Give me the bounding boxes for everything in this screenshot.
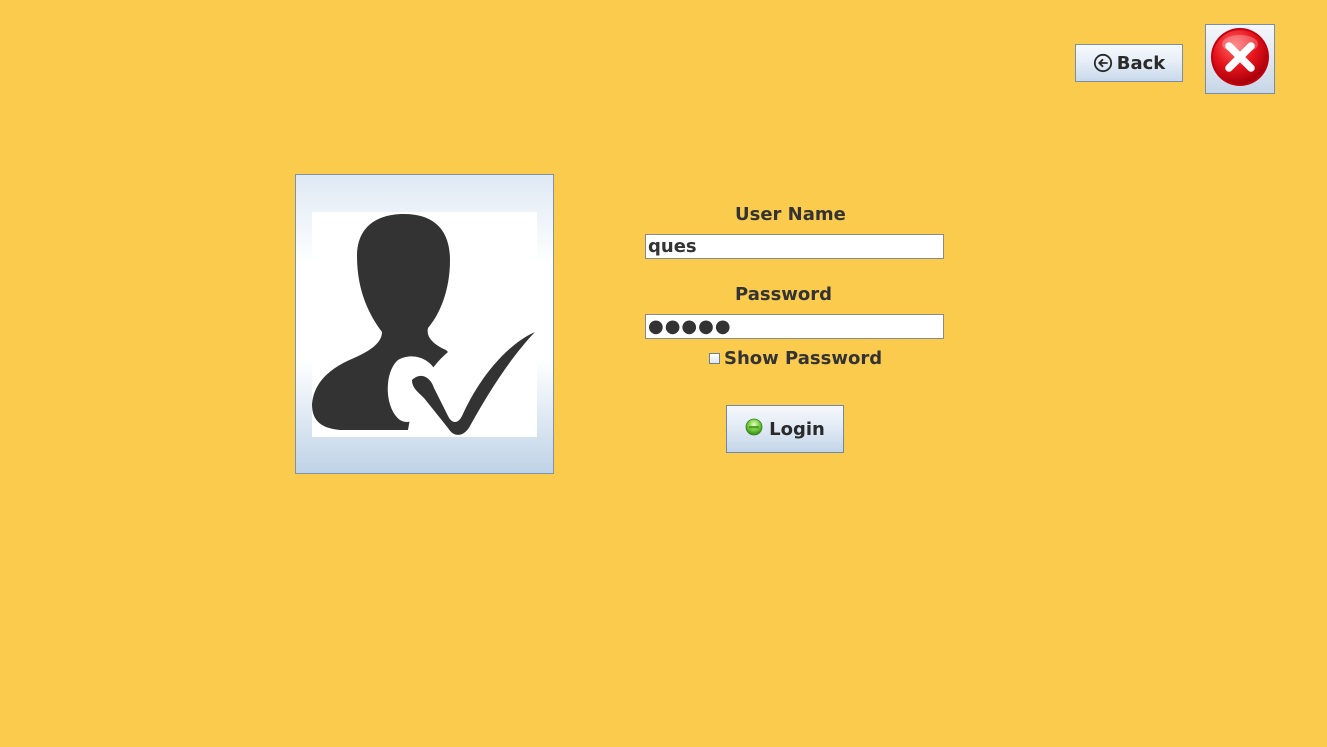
password-label: Password — [735, 284, 833, 305]
show-password-toggle[interactable]: Show Password — [709, 348, 882, 369]
login-button-label: Login — [769, 418, 825, 440]
avatar-panel — [295, 174, 554, 474]
user-check-icon — [312, 212, 537, 437]
show-password-label: Show Password — [724, 348, 883, 369]
back-button-label: Back — [1116, 52, 1166, 74]
username-input[interactable] — [645, 234, 944, 259]
password-input[interactable] — [645, 314, 944, 339]
arrow-left-circle-icon — [1093, 53, 1113, 73]
login-button[interactable]: Login — [726, 405, 844, 453]
show-password-checkbox[interactable] — [709, 353, 720, 364]
close-button[interactable] — [1205, 24, 1275, 94]
red-x-circle-icon — [1209, 26, 1271, 92]
back-button[interactable]: Back — [1075, 44, 1183, 82]
username-label: User Name — [735, 204, 846, 225]
green-orb-icon — [745, 418, 763, 441]
